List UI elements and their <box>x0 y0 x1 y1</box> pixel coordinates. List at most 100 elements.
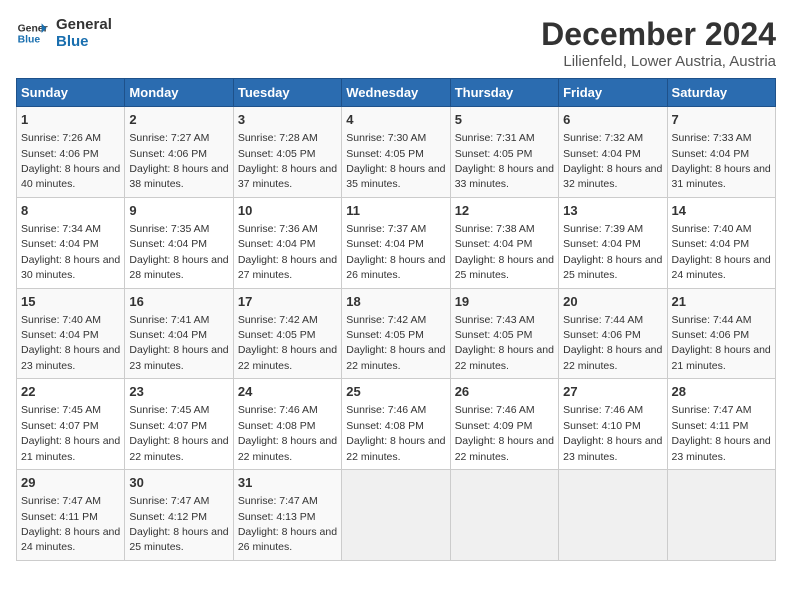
daylight-text: Daylight: 8 hours and 38 minutes. <box>129 163 228 190</box>
sunrise-text: Sunrise: 7:41 AM <box>129 314 209 326</box>
sunrise-text: Sunrise: 7:40 AM <box>21 314 101 326</box>
daylight-text: Daylight: 8 hours and 23 minutes. <box>129 344 228 371</box>
calendar-row: 8 Sunrise: 7:34 AM Sunset: 4:04 PM Dayli… <box>17 197 776 288</box>
logo-icon: General Blue <box>16 17 48 49</box>
daylight-text: Daylight: 8 hours and 22 minutes. <box>455 435 554 462</box>
calendar-cell: 21 Sunrise: 7:44 AM Sunset: 4:06 PM Dayl… <box>667 288 775 379</box>
daylight-text: Daylight: 8 hours and 24 minutes. <box>21 526 120 553</box>
calendar-cell: 3 Sunrise: 7:28 AM Sunset: 4:05 PM Dayli… <box>233 107 341 198</box>
sunrise-text: Sunrise: 7:26 AM <box>21 132 101 144</box>
sunrise-text: Sunrise: 7:38 AM <box>455 223 535 235</box>
daylight-text: Daylight: 8 hours and 24 minutes. <box>672 254 771 281</box>
daylight-text: Daylight: 8 hours and 26 minutes. <box>346 254 445 281</box>
sunrise-text: Sunrise: 7:42 AM <box>346 314 426 326</box>
weekday-header-sunday: Sunday <box>17 79 125 107</box>
day-number: 18 <box>346 293 445 311</box>
day-number: 27 <box>563 383 662 401</box>
calendar-title: December 2024 <box>541 16 776 53</box>
calendar-cell: 4 Sunrise: 7:30 AM Sunset: 4:05 PM Dayli… <box>342 107 450 198</box>
day-number: 4 <box>346 111 445 129</box>
sunrise-text: Sunrise: 7:44 AM <box>563 314 643 326</box>
sunset-text: Sunset: 4:05 PM <box>455 148 533 160</box>
sunrise-text: Sunrise: 7:46 AM <box>238 404 318 416</box>
sunset-text: Sunset: 4:06 PM <box>21 148 99 160</box>
calendar-cell: 1 Sunrise: 7:26 AM Sunset: 4:06 PM Dayli… <box>17 107 125 198</box>
calendar-cell: 26 Sunrise: 7:46 AM Sunset: 4:09 PM Dayl… <box>450 379 558 470</box>
day-number: 19 <box>455 293 554 311</box>
calendar-cell: 18 Sunrise: 7:42 AM Sunset: 4:05 PM Dayl… <box>342 288 450 379</box>
daylight-text: Daylight: 8 hours and 33 minutes. <box>455 163 554 190</box>
daylight-text: Daylight: 8 hours and 30 minutes. <box>21 254 120 281</box>
calendar-cell: 17 Sunrise: 7:42 AM Sunset: 4:05 PM Dayl… <box>233 288 341 379</box>
sunset-text: Sunset: 4:04 PM <box>563 238 641 250</box>
logo-general: General <box>56 16 112 33</box>
sunrise-text: Sunrise: 7:47 AM <box>129 495 209 507</box>
sunset-text: Sunset: 4:12 PM <box>129 511 207 523</box>
day-number: 23 <box>129 383 228 401</box>
calendar-cell: 14 Sunrise: 7:40 AM Sunset: 4:04 PM Dayl… <box>667 197 775 288</box>
daylight-text: Daylight: 8 hours and 22 minutes. <box>455 344 554 371</box>
day-number: 13 <box>563 202 662 220</box>
sunset-text: Sunset: 4:11 PM <box>672 420 749 432</box>
sunset-text: Sunset: 4:04 PM <box>129 238 207 250</box>
calendar-cell <box>342 470 450 561</box>
title-area: December 2024 Lilienfeld, Lower Austria,… <box>541 16 776 70</box>
sunset-text: Sunset: 4:04 PM <box>346 238 424 250</box>
sunrise-text: Sunrise: 7:43 AM <box>455 314 535 326</box>
sunset-text: Sunset: 4:06 PM <box>129 148 207 160</box>
sunset-text: Sunset: 4:04 PM <box>672 148 750 160</box>
sunset-text: Sunset: 4:07 PM <box>129 420 207 432</box>
calendar-cell: 5 Sunrise: 7:31 AM Sunset: 4:05 PM Dayli… <box>450 107 558 198</box>
sunrise-text: Sunrise: 7:39 AM <box>563 223 643 235</box>
sunrise-text: Sunrise: 7:35 AM <box>129 223 209 235</box>
daylight-text: Daylight: 8 hours and 23 minutes. <box>563 435 662 462</box>
calendar-cell: 30 Sunrise: 7:47 AM Sunset: 4:12 PM Dayl… <box>125 470 233 561</box>
calendar-row: 15 Sunrise: 7:40 AM Sunset: 4:04 PM Dayl… <box>17 288 776 379</box>
calendar-row: 29 Sunrise: 7:47 AM Sunset: 4:11 PM Dayl… <box>17 470 776 561</box>
sunrise-text: Sunrise: 7:36 AM <box>238 223 318 235</box>
day-number: 12 <box>455 202 554 220</box>
sunrise-text: Sunrise: 7:32 AM <box>563 132 643 144</box>
sunset-text: Sunset: 4:06 PM <box>672 329 750 341</box>
sunset-text: Sunset: 4:04 PM <box>238 238 316 250</box>
calendar-cell <box>450 470 558 561</box>
day-number: 14 <box>672 202 771 220</box>
calendar-cell: 19 Sunrise: 7:43 AM Sunset: 4:05 PM Dayl… <box>450 288 558 379</box>
calendar-cell: 9 Sunrise: 7:35 AM Sunset: 4:04 PM Dayli… <box>125 197 233 288</box>
sunrise-text: Sunrise: 7:46 AM <box>346 404 426 416</box>
day-number: 9 <box>129 202 228 220</box>
sunrise-text: Sunrise: 7:42 AM <box>238 314 318 326</box>
weekday-header-wednesday: Wednesday <box>342 79 450 107</box>
daylight-text: Daylight: 8 hours and 32 minutes. <box>563 163 662 190</box>
daylight-text: Daylight: 8 hours and 28 minutes. <box>129 254 228 281</box>
calendar-row: 22 Sunrise: 7:45 AM Sunset: 4:07 PM Dayl… <box>17 379 776 470</box>
daylight-text: Daylight: 8 hours and 25 minutes. <box>563 254 662 281</box>
day-number: 24 <box>238 383 337 401</box>
calendar-cell: 13 Sunrise: 7:39 AM Sunset: 4:04 PM Dayl… <box>559 197 667 288</box>
sunset-text: Sunset: 4:04 PM <box>21 329 99 341</box>
daylight-text: Daylight: 8 hours and 37 minutes. <box>238 163 337 190</box>
sunset-text: Sunset: 4:04 PM <box>672 238 750 250</box>
day-number: 22 <box>21 383 120 401</box>
calendar-cell: 6 Sunrise: 7:32 AM Sunset: 4:04 PM Dayli… <box>559 107 667 198</box>
daylight-text: Daylight: 8 hours and 21 minutes. <box>21 435 120 462</box>
sunset-text: Sunset: 4:09 PM <box>455 420 533 432</box>
day-number: 3 <box>238 111 337 129</box>
calendar-cell: 15 Sunrise: 7:40 AM Sunset: 4:04 PM Dayl… <box>17 288 125 379</box>
weekday-header-saturday: Saturday <box>667 79 775 107</box>
day-number: 26 <box>455 383 554 401</box>
calendar-subtitle: Lilienfeld, Lower Austria, Austria <box>541 53 776 70</box>
daylight-text: Daylight: 8 hours and 40 minutes. <box>21 163 120 190</box>
weekday-header-monday: Monday <box>125 79 233 107</box>
sunset-text: Sunset: 4:08 PM <box>346 420 424 432</box>
weekday-header-thursday: Thursday <box>450 79 558 107</box>
sunset-text: Sunset: 4:04 PM <box>21 238 99 250</box>
sunrise-text: Sunrise: 7:46 AM <box>455 404 535 416</box>
calendar-cell: 23 Sunrise: 7:45 AM Sunset: 4:07 PM Dayl… <box>125 379 233 470</box>
daylight-text: Daylight: 8 hours and 27 minutes. <box>238 254 337 281</box>
calendar-cell: 29 Sunrise: 7:47 AM Sunset: 4:11 PM Dayl… <box>17 470 125 561</box>
day-number: 5 <box>455 111 554 129</box>
sunset-text: Sunset: 4:13 PM <box>238 511 316 523</box>
daylight-text: Daylight: 8 hours and 35 minutes. <box>346 163 445 190</box>
sunrise-text: Sunrise: 7:31 AM <box>455 132 535 144</box>
